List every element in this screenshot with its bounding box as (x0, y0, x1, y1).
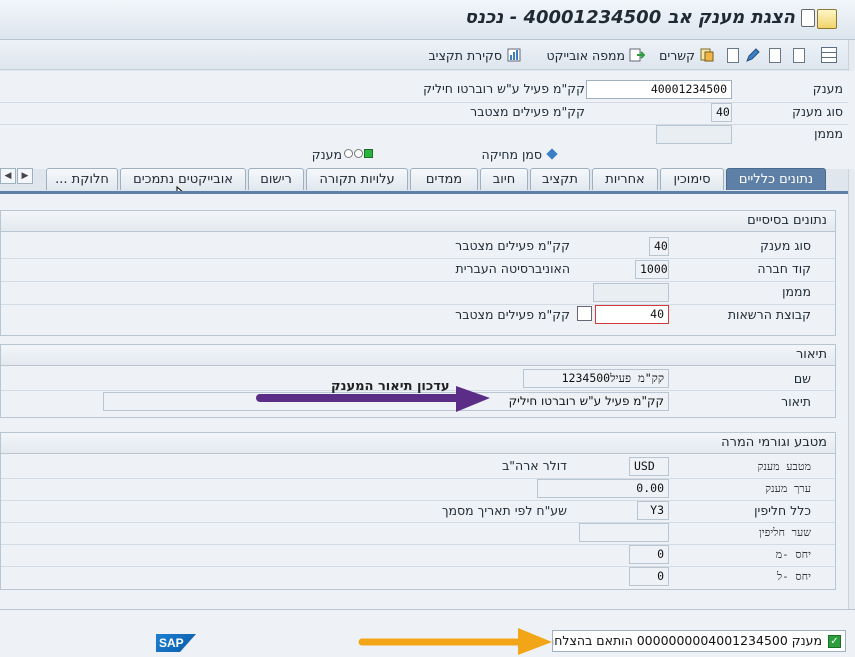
header-area: מענק 40001234500 קק"מ פעיל ע"ש רוברטו חי… (0, 71, 855, 169)
ratio-from-field[interactable]: 0 (629, 545, 669, 564)
prev-doc-icon (769, 47, 781, 63)
basic-data-group: נתונים בסיסיים סוג מענק 40 קק"מ פעילים מ… (0, 210, 836, 336)
ratio-to-field[interactable]: 0 (629, 567, 669, 586)
application-toolbar: קשרים ממפה אובייקט סקירת תקציב (0, 40, 855, 70)
row-separator (1, 566, 835, 567)
object-mapper-button[interactable]: ממפה אובייקט (547, 45, 645, 65)
name-field[interactable]: קק"מ פעיל1234500 (523, 369, 669, 388)
company-code-desc: האוניברסיטה העברית (455, 261, 570, 276)
name-label: שם (793, 371, 811, 386)
basic-sponsor-label: מממן (782, 284, 811, 299)
row-separator (1, 500, 835, 501)
next-doc-button[interactable] (793, 45, 805, 65)
basic-grant-type-label: סוג מענק (760, 238, 811, 253)
grant-number-field[interactable]: 40001234500 (586, 80, 732, 99)
deletion-flag-label: סמן מחיקה (481, 147, 542, 162)
tab-strip: נתונים כלליים סימוכין אחריות תקציב חיוב … (0, 168, 855, 192)
relations-button[interactable]: קשרים (659, 45, 715, 65)
tab-dimensions[interactable]: ממדים (410, 168, 478, 190)
table-button[interactable] (821, 45, 837, 65)
basic-grant-type-desc: קק"מ פעילים מצטבר (455, 238, 570, 253)
exchange-rule-label: כלל חליפין (754, 503, 811, 518)
description-title: תיאור (1, 345, 835, 366)
company-code-field[interactable]: 1000 (635, 260, 669, 279)
menu-icon[interactable] (817, 9, 837, 29)
status-message-text: מענק 0000000004001234500 הותאם בהצלחה (552, 633, 822, 648)
auth-group-label: קבוצת הרשאות (727, 307, 811, 322)
status-message-box[interactable]: ✓ מענק 0000000004001234500 הותאם בהצלחה (552, 630, 846, 652)
row-separator (1, 258, 835, 259)
row-separator (1, 544, 835, 545)
grant-status-label: מענק (311, 147, 342, 162)
exchange-rule-field[interactable]: Y3 (637, 501, 669, 520)
exchange-rate-label: שער חליפין (758, 526, 811, 539)
grant-value-label: ערך מענק (765, 482, 811, 495)
relations-label: קשרים (659, 47, 695, 63)
sap-logo: SAP (156, 634, 196, 652)
object-mapper-label: ממפה אובייקט (546, 47, 625, 63)
window-icon[interactable] (801, 9, 815, 27)
tab-budget[interactable]: תקציב (530, 168, 590, 190)
currency-title: מטבע וגורמי המרה (1, 433, 835, 454)
row-separator (1, 304, 835, 305)
tab-general-data[interactable]: נתונים כלליים (726, 168, 826, 190)
exchange-rate-field[interactable] (579, 523, 669, 542)
exchange-rule-desc: שע"ח לפי תאריך מסמך (441, 503, 567, 518)
tab-overhead-costs[interactable]: עלויות תקורה (306, 168, 408, 190)
success-check-icon: ✓ (828, 635, 841, 648)
budget-overview-label: סקירת תקציב (428, 47, 502, 63)
grant-currency-label: מטבע מענק (757, 460, 811, 473)
grant-currency-field[interactable]: USD (629, 457, 669, 476)
mapper-icon (629, 48, 645, 62)
grant-label: מענק (812, 81, 843, 96)
row-separator (1, 478, 835, 479)
pencil-icon (746, 48, 760, 62)
diamond-icon (546, 148, 558, 160)
ratio-from-label: יחס -מ (775, 548, 811, 561)
basic-grant-type-field[interactable]: 40 (649, 237, 669, 256)
tab-responsibility[interactable]: אחריות (592, 168, 658, 190)
relations-icon (700, 48, 714, 62)
traffic-light-icon (344, 149, 374, 161)
status-bar: SAP ✓ מענק 0000000004001234500 הותאם בהצל… (0, 609, 855, 657)
company-code-label: קוד חברה (757, 261, 811, 276)
title-bar: הצגת מענק אב 40001234500 - נכנס (0, 0, 855, 40)
description-label: תיאור (781, 394, 811, 409)
row-separator (1, 522, 835, 523)
grant-type-field[interactable]: 40 (711, 103, 732, 122)
table-icon (821, 47, 837, 63)
prev-doc-button[interactable] (769, 45, 781, 65)
sponsor-label: מממן (814, 126, 843, 141)
sponsor-field[interactable] (656, 125, 732, 144)
grant-type-label: סוג מענק (792, 104, 843, 119)
auth-group-desc: קק"מ פעילים מצטבר (455, 307, 570, 322)
budget-overview-button[interactable]: סקירת תקציב (428, 45, 522, 65)
new-doc-icon (727, 47, 739, 63)
ratio-to-label: יחס -ל (776, 570, 811, 583)
orange-arrow-icon (358, 628, 552, 655)
grant-value-field[interactable]: 0.00 (537, 479, 669, 498)
tab-registration[interactable]: רישום (248, 168, 304, 190)
grant-description-text: קק"מ פעיל ע"ש רוברטו חיליק (423, 81, 585, 96)
currency-group: מטבע וגורמי המרה מטבע מענק USD דולר ארה"… (0, 432, 836, 590)
basic-sponsor-field[interactable] (593, 283, 669, 302)
grant-currency-desc: דולר ארה"ב (502, 458, 567, 473)
row-separator (1, 281, 835, 282)
auth-group-field[interactable]: 40 (595, 305, 669, 324)
budget-icon (507, 48, 521, 62)
page-title: הצגת מענק אב 40001234500 - נכנס (464, 7, 795, 28)
tab-billing[interactable]: חיוב (480, 168, 528, 190)
tab-distribution[interactable]: חלוקת ... (46, 168, 118, 190)
tab-references[interactable]: סימוכין (660, 168, 724, 190)
grant-type-description: קק"מ פעילים מצטבר (470, 104, 585, 119)
basic-data-title: נתונים בסיסיים (1, 211, 835, 232)
edit-button[interactable] (745, 45, 761, 65)
copy-icon[interactable] (577, 306, 592, 321)
next-doc-icon (793, 47, 805, 63)
purple-arrow-icon (256, 386, 490, 412)
new-doc-button[interactable] (727, 45, 739, 65)
